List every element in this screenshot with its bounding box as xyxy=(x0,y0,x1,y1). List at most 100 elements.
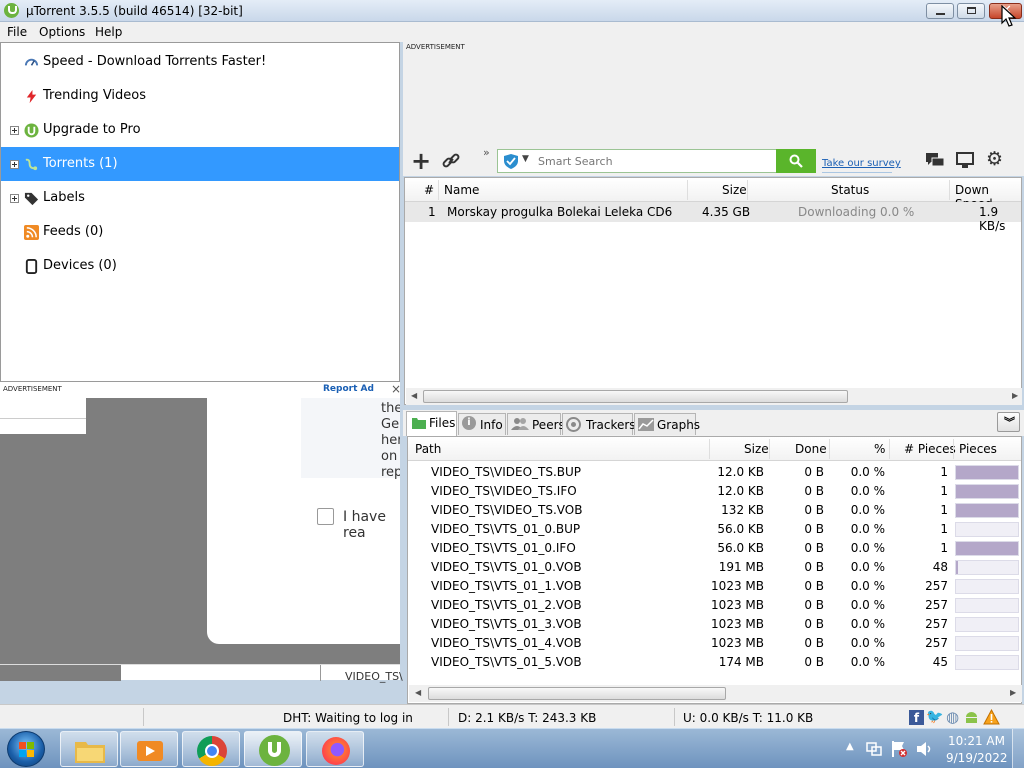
chevron-down-icon[interactable]: ▼ xyxy=(522,154,529,164)
top-advertisement[interactable]: ADVERTISEMENT xyxy=(403,42,1024,146)
file-done: 0 B xyxy=(804,655,824,669)
table-row[interactable]: VIDEO_TS\VIDEO_TS.BUP 12.0 KB 0 B 0.0 % 1 xyxy=(408,463,1021,482)
horizontal-scrollbar[interactable]: ◀ ▶ xyxy=(406,388,1022,405)
show-desktop-button[interactable] xyxy=(1012,729,1024,768)
media-player-icon xyxy=(137,741,163,761)
ad-content[interactable]: the Ge her on rep I have rea xyxy=(0,398,400,664)
twitter-icon[interactable]: 🐦 xyxy=(926,709,943,725)
scrollbar-thumb[interactable] xyxy=(423,390,848,403)
column-percent[interactable]: % xyxy=(874,442,885,456)
file-num-pieces: 1 xyxy=(940,465,948,479)
action-center-flag-icon[interactable] xyxy=(890,740,908,758)
ad-label: ADVERTISEMENT xyxy=(3,385,62,393)
column-done[interactable]: Done xyxy=(795,442,827,456)
menu-file[interactable]: File xyxy=(7,25,27,39)
table-row[interactable]: VIDEO_TS\VTS_01_2.VOB 1023 MB 0 B 0.0 % 257 xyxy=(408,596,1021,615)
globe-icon[interactable]: ◍ xyxy=(946,708,959,726)
column-pieces[interactable]: Pieces xyxy=(959,442,997,456)
expand-icon[interactable] xyxy=(10,126,19,135)
pieces-bar xyxy=(955,636,1019,651)
column-size[interactable]: Size xyxy=(722,183,747,197)
sidebar-item-label: Feeds (0) xyxy=(43,224,104,239)
search-input[interactable]: Smart Search xyxy=(538,155,613,168)
clock-date[interactable]: 9/19/2022 xyxy=(946,751,1008,765)
taskbar-chrome[interactable] xyxy=(182,731,240,767)
taskbar-firefox[interactable] xyxy=(306,731,364,767)
file-percent: 0.0 % xyxy=(850,617,885,631)
ad-checkbox[interactable] xyxy=(317,508,334,525)
survey-link[interactable]: Take our survey xyxy=(822,158,901,169)
table-row[interactable]: VIDEO_TS\VIDEO_TS.IFO 12.0 KB 0 B 0.0 % 1 xyxy=(408,482,1021,501)
report-ad-link[interactable]: Report Ad xyxy=(323,384,374,394)
add-torrent-button[interactable]: + xyxy=(411,147,431,175)
network-icon[interactable] xyxy=(866,741,882,757)
expand-icon[interactable] xyxy=(10,160,19,169)
pieces-bar xyxy=(955,503,1019,518)
menu-help[interactable]: Help xyxy=(95,25,122,39)
gear-icon[interactable]: ⚙ xyxy=(986,148,1003,170)
file-percent: 0.0 % xyxy=(850,598,885,612)
tray-expand-icon[interactable]: ▲ xyxy=(846,741,854,752)
expand-icon[interactable] xyxy=(10,194,19,203)
table-row[interactable]: VIDEO_TS\VTS_01_3.VOB 1023 MB 0 B 0.0 % 257 xyxy=(408,615,1021,634)
tab-info[interactable]: i Info xyxy=(458,413,506,435)
tab-files[interactable]: Files xyxy=(406,411,457,436)
taskbar-media-player[interactable] xyxy=(120,731,178,767)
pieces-bar-fill xyxy=(956,561,959,574)
column-path[interactable]: Path xyxy=(415,442,441,456)
table-row[interactable]: VIDEO_TS\VTS_01_0.BUP 56.0 KB 0 B 0.0 % 1 xyxy=(408,520,1021,539)
table-row[interactable]: VIDEO_TS\VIDEO_TS.VOB 132 KB 0 B 0.0 % 1 xyxy=(408,501,1021,520)
sidebar-item-speed[interactable]: Speed - Download Torrents Faster! xyxy=(1,45,399,79)
file-path: VIDEO_TS\VTS_01_0.VOB xyxy=(431,560,582,574)
minimize-button[interactable] xyxy=(926,3,954,19)
info-icon: i xyxy=(462,416,476,430)
add-link-icon[interactable] xyxy=(441,152,461,170)
chat-icon[interactable] xyxy=(926,153,944,169)
sidebar-item-labels[interactable]: Labels xyxy=(1,181,399,215)
taskbar-utorrent[interactable] xyxy=(244,731,302,767)
sidebar-item-upgrade[interactable]: Upgrade to Pro xyxy=(1,113,399,147)
collapse-panel-button[interactable]: ︾ xyxy=(997,412,1020,432)
sidebar-item-torrents[interactable]: Torrents (1) xyxy=(1,147,399,181)
column-status[interactable]: Status xyxy=(831,183,869,197)
table-row[interactable]: VIDEO_TS\VTS_01_1.VOB 1023 MB 0 B 0.0 % 257 xyxy=(408,577,1021,596)
sidebar-item-trending[interactable]: Trending Videos xyxy=(1,79,399,113)
column-size[interactable]: Size xyxy=(744,442,769,456)
sidebar-item-feeds[interactable]: Feeds (0) xyxy=(1,215,399,249)
horizontal-scrollbar[interactable]: ◀ ▶ xyxy=(409,685,1022,702)
tab-trackers[interactable]: Trackers xyxy=(562,413,636,435)
scrollbar-thumb[interactable] xyxy=(428,687,726,700)
warning-icon[interactable] xyxy=(983,709,1000,725)
upload-status[interactable]: U: 0.0 KB/s T: 11.0 KB xyxy=(683,711,813,725)
speaker-icon[interactable] xyxy=(916,740,934,758)
monitor-icon[interactable] xyxy=(956,152,974,169)
facebook-icon[interactable]: f xyxy=(909,710,924,725)
ad-close-button[interactable]: × xyxy=(391,382,401,396)
tab-peers[interactable]: Peers xyxy=(507,413,565,435)
column-name[interactable]: Name xyxy=(444,183,479,197)
table-row[interactable]: 1 Morskay progulka Bolekai Leleka CD6 4.… xyxy=(405,202,1021,233)
torrent-size: 4.35 GB xyxy=(702,205,751,219)
start-button[interactable] xyxy=(7,731,45,767)
clock-time[interactable]: 10:21 AM xyxy=(948,734,1005,748)
table-row[interactable]: VIDEO_TS\VTS_01_0.VOB 191 MB 0 B 0.0 % 48 xyxy=(408,558,1021,577)
tab-graphs[interactable]: Graphs xyxy=(634,413,700,435)
pieces-bar xyxy=(955,522,1019,537)
dht-status[interactable]: DHT: Waiting to log in xyxy=(283,711,413,725)
table-row[interactable]: VIDEO_TS\VTS_01_5.VOB 174 MB 0 B 0.0 % 45 xyxy=(408,653,1021,672)
table-row[interactable]: VIDEO_TS\VTS_01_0.IFO 56.0 KB 0 B 0.0 % 1 xyxy=(408,539,1021,558)
smart-search-field[interactable]: ▼ Smart Search xyxy=(497,149,777,173)
pieces-bar xyxy=(955,655,1019,670)
file-percent: 0.0 % xyxy=(850,579,885,593)
sidebar-item-devices[interactable]: Devices (0) xyxy=(1,249,399,283)
download-status[interactable]: D: 2.1 KB/s T: 243.3 KB xyxy=(458,711,596,725)
toolbar-overflow-button[interactable]: » xyxy=(483,146,490,159)
android-icon[interactable] xyxy=(964,710,979,725)
column-number[interactable]: # xyxy=(424,183,434,197)
column-num-pieces[interactable]: # Pieces xyxy=(904,442,956,456)
restore-button[interactable] xyxy=(957,3,985,19)
search-button[interactable] xyxy=(776,149,816,173)
taskbar-explorer[interactable] xyxy=(60,731,118,767)
menu-options[interactable]: Options xyxy=(39,25,85,39)
table-row[interactable]: VIDEO_TS\VTS_01_4.VOB 1023 MB 0 B 0.0 % 257 xyxy=(408,634,1021,653)
